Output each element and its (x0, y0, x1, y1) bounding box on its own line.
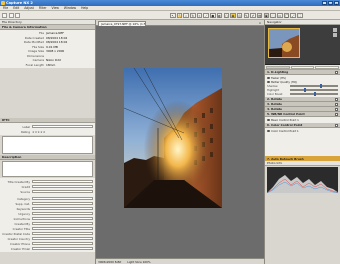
workspace-icon[interactable] (15, 12, 20, 18)
label-field[interactable] (32, 124, 93, 129)
hand-icon[interactable]: ✋ (176, 12, 183, 18)
zoom-icon[interactable]: ⌕ (183, 12, 189, 18)
menu-adjust[interactable]: Adjust (24, 6, 34, 10)
credit-row: Credit (2, 184, 93, 189)
d-lighting-checkbox[interactable] (335, 71, 338, 74)
photo-canvas[interactable] (124, 68, 222, 208)
black-point-icon[interactable]: ● (210, 12, 216, 18)
gradient-icon[interactable]: ▤ (256, 12, 263, 18)
close-document-icon[interactable]: × (258, 21, 262, 25)
window-controls: – □ × (322, 0, 339, 5)
iptc-fields: Label Rating ★★★★★ (0, 123, 95, 135)
more-iptc-fields: Category Supp. Cat. Keywords Urgency Ins… (0, 195, 95, 252)
description-box[interactable] (2, 136, 93, 154)
tab-edit-list[interactable] (266, 65, 290, 69)
right-panel: Navigator 1. D-Lighting Faster (HS) Bett… (264, 20, 340, 264)
menu-edit[interactable]: Edit (13, 6, 19, 10)
window-title: Capture NX 2 (6, 1, 33, 5)
radio-icon (267, 76, 270, 80)
iptc-label-row: Label (2, 124, 93, 129)
navigator (265, 25, 340, 65)
file-properties: File Jamaica.NEF Date Created 08/2004 18:0… (0, 30, 95, 68)
navigator-tools (333, 28, 337, 37)
navigator-thumbnail[interactable] (268, 28, 300, 58)
white-point-icon[interactable]: ○ (223, 12, 229, 18)
document-tab[interactable]: Jamaica_0797.NEF @ 16% (1:5000) (98, 21, 146, 26)
marquee-icon[interactable]: ▭ (277, 12, 283, 18)
red-eye-icon[interactable]: ◎ (236, 12, 243, 18)
color-boost-slider[interactable]: Color Boost (267, 92, 338, 96)
iptc-row: Creator Email (2, 246, 93, 251)
iptc-row: Creator Country (2, 236, 93, 241)
straighten-icon[interactable]: ⟋ (203, 12, 209, 18)
image-info: 3008x2000 8-Bit (98, 260, 122, 264)
image-viewer: Jamaica_0797.NEF @ 16% (1:5000) × (96, 20, 264, 264)
iptc-row: Creator Title (2, 226, 93, 231)
credit-fields: Title Created By Credit Source (0, 178, 95, 195)
iptc-row: Keywords (2, 206, 93, 211)
iptc-row: Supp. Cat. (2, 201, 93, 206)
d-lighting-options: Faster (HS) Better Quality (HQ) Shadow H… (265, 75, 340, 97)
iptc-row: Creator Postal Code (2, 231, 93, 236)
menu-help[interactable]: Help (81, 6, 88, 10)
ellipse-marquee-icon[interactable]: ◯ (283, 12, 290, 18)
toolbar: ↖ ✋ ⌕ ↻ ⌗ ⟋ ● ◐ ○ ◉ ◎ ✎ ✐ ▤ ▣ ◌ ▭ ◯ ⤢ ⛶ (0, 11, 340, 20)
menu-filter[interactable]: Filter (39, 6, 47, 10)
rating-stars[interactable]: ★★★★★ (32, 130, 46, 134)
fill-icon[interactable]: ▣ (263, 12, 270, 18)
auto-retouch-brush-icon[interactable]: ✎ (243, 12, 250, 18)
iptc-row: Urgency (2, 211, 93, 216)
viewer-status-bar: 3008x2000 8-Bit Light Slice 100% (96, 258, 264, 264)
wb-control-point-section[interactable]: 5. WB/NR Control Point (265, 112, 340, 117)
thumbnail-image (269, 29, 299, 57)
d-lighting-section[interactable]: 1. D-Lighting (265, 70, 340, 75)
zoom-out-icon[interactable] (333, 33, 337, 37)
lasso-icon[interactable]: ◌ (270, 12, 276, 18)
layout-icon[interactable] (8, 12, 14, 18)
histogram (267, 167, 338, 193)
menu-window[interactable]: Window (64, 6, 76, 10)
zoom-in-icon[interactable] (333, 28, 337, 32)
document-tab-bar: Jamaica_0797.NEF @ 16% (1:5000) × (96, 20, 264, 26)
close-button[interactable]: × (334, 0, 339, 5)
radio-selected-icon (267, 80, 270, 84)
credit-row: Title Created By (2, 179, 93, 184)
tab-browser[interactable] (315, 65, 340, 69)
color-control-point-icon[interactable]: ◉ (230, 12, 236, 18)
tab-photo-info[interactable] (290, 65, 315, 69)
selection-brush-icon[interactable]: ✐ (250, 12, 256, 18)
maximize-button[interactable]: □ (328, 0, 333, 5)
left-panel: File Directory File & Camera Information… (0, 20, 96, 264)
iptc-rating-row: Rating ★★★★★ (20, 129, 46, 134)
histogram-graph (267, 175, 338, 193)
iptc-row: Created By (2, 221, 93, 226)
edit-list-spacer (265, 134, 340, 156)
iptc-row: Instructions (2, 216, 93, 221)
caption-field[interactable] (2, 161, 93, 177)
panel-spacer (0, 68, 95, 118)
street-photo (124, 68, 222, 208)
toolbar-tools: ↖ ✋ ⌕ ↻ ⌗ ⟋ ● ◐ ○ ◉ ◎ ✎ ✐ ▤ ▣ ◌ ▭ ◯ ⤢ ⛶ (170, 12, 303, 18)
photo-info-header[interactable]: Photo Info (265, 161, 340, 166)
rotate-icon[interactable]: ↻ (190, 12, 196, 18)
iptc-row: Category (2, 196, 93, 201)
app-icon (1, 1, 5, 5)
menu-view[interactable]: View (52, 6, 59, 10)
minimize-button[interactable]: – (322, 0, 327, 5)
browser-toggle-icon[interactable] (2, 12, 7, 18)
property-row: Focal Length 18mm (25, 62, 56, 67)
credit-row: Source (2, 189, 93, 194)
fit-screen-icon[interactable]: ⤢ (290, 12, 296, 18)
color-control-point-section[interactable]: 6. Color Control Point (265, 123, 340, 128)
neutral-point-icon[interactable]: ◐ (216, 12, 223, 18)
crop-icon[interactable]: ⌗ (196, 12, 203, 18)
menu-file[interactable]: File (3, 6, 8, 10)
toolbar-left-group (2, 12, 20, 18)
iptc-row: Creator Phone (2, 241, 93, 246)
direct-select-icon[interactable]: ↖ (170, 12, 176, 18)
edit-info: Light Slice 100% (127, 260, 151, 264)
full-screen-icon[interactable]: ⛶ (297, 12, 303, 18)
caption-section-header[interactable]: Description (0, 155, 95, 160)
